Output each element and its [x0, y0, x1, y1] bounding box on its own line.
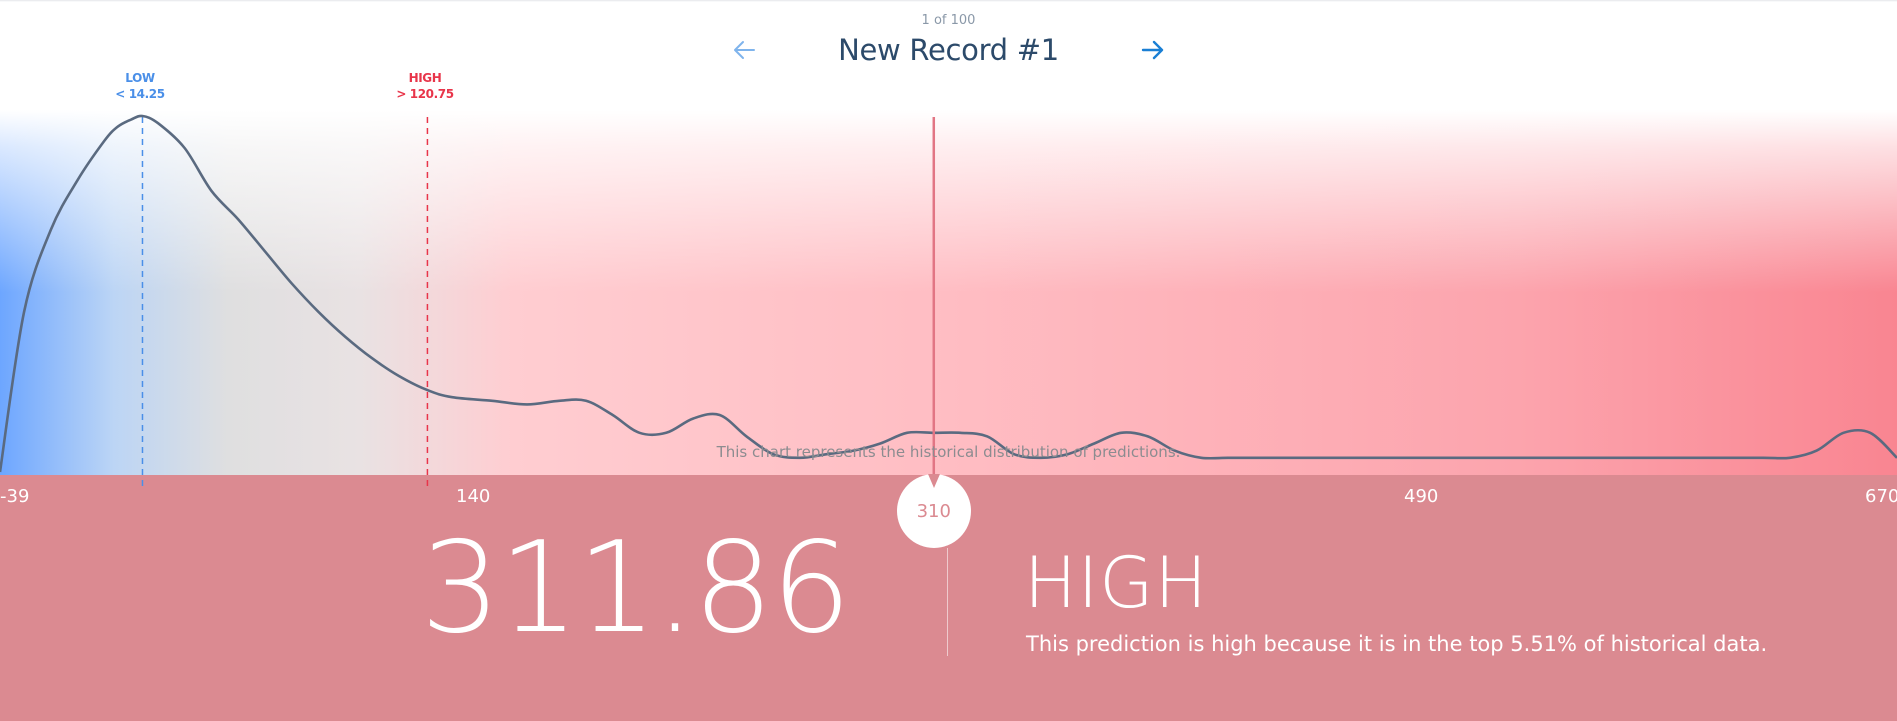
- low-threshold-value: < 14.25: [115, 87, 165, 101]
- prediction-value: 311.86: [420, 514, 852, 661]
- low-threshold-label: LOW < 14.25: [85, 70, 195, 102]
- high-threshold-title: HIGH: [408, 71, 442, 85]
- x-tick-label: -39: [0, 486, 30, 507]
- high-threshold-label: HIGH > 120.75: [370, 70, 480, 102]
- x-tick-label: 670: [1865, 486, 1897, 507]
- x-tick-label: 490: [1404, 486, 1439, 507]
- distribution-curve: [0, 114, 1897, 473]
- prediction-divider: [947, 548, 948, 656]
- prediction-marker-label: 310: [916, 500, 951, 522]
- x-tick-label: 140: [456, 486, 491, 507]
- low-threshold-title: LOW: [125, 71, 155, 85]
- prediction-explanation: This prediction is high because it is in…: [1026, 632, 1768, 656]
- chart-caption: This chart represents the historical dis…: [716, 443, 1181, 461]
- prediction-marker-notch: [927, 474, 940, 488]
- prediction-class: HIGH: [1024, 542, 1209, 624]
- distribution-chart: [0, 114, 1897, 488]
- high-threshold-value: > 120.75: [396, 87, 454, 101]
